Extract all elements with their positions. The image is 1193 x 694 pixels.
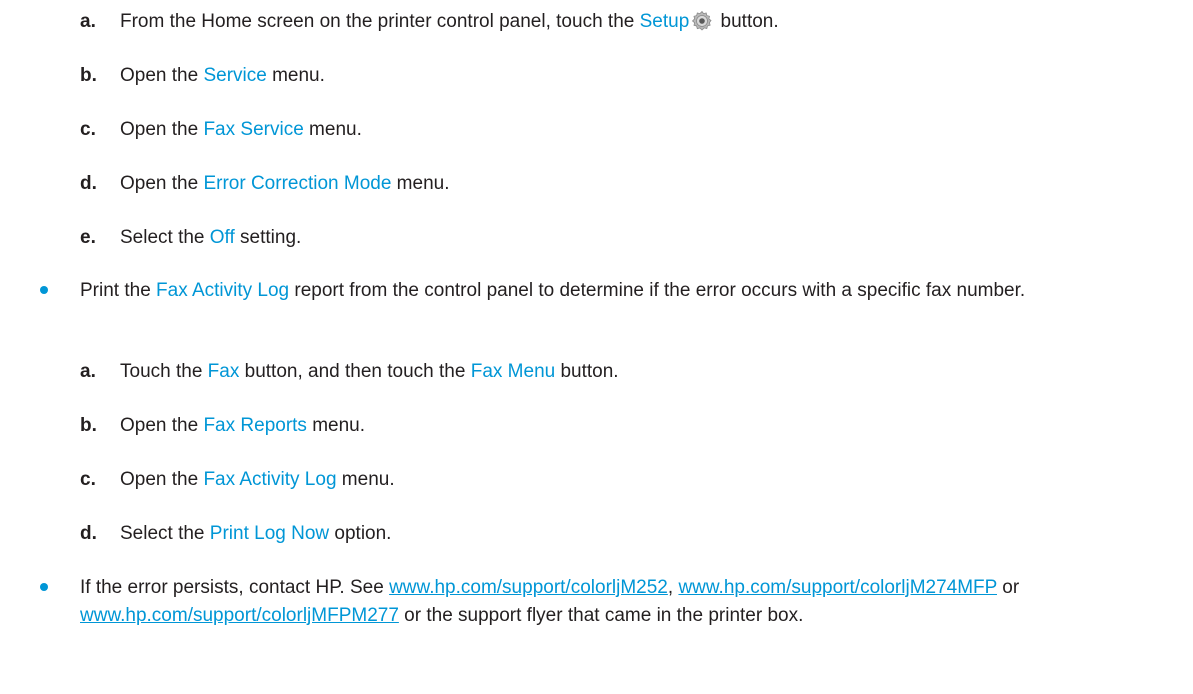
step-text-post: menu. — [303, 119, 362, 140]
gear-icon — [691, 10, 713, 32]
step-text-pre: Open the — [120, 173, 204, 194]
step-letter: c. — [80, 469, 96, 490]
bullet-text-post: or the support flyer that came in the pr… — [398, 605, 804, 626]
step-text-post: menu. — [306, 415, 366, 436]
print-log-now-option-label: Print Log Now — [209, 523, 330, 544]
fax-menu-button-label: Fax Menu — [470, 361, 556, 382]
step-letter: b. — [80, 65, 97, 86]
step-text: Select the Print Log Now option. — [120, 520, 391, 548]
fax-activity-log-menu-label: Fax Activity Log — [203, 469, 337, 490]
step-text-mid: button, and then touch the — [239, 361, 471, 382]
step-text-pre: Open the — [120, 469, 204, 490]
step-text: Open the Error Correction Mode menu. — [120, 170, 450, 198]
step-text: Open the Fax Activity Log menu. — [120, 466, 395, 494]
step-text: Touch the Fax button, and then touch the… — [120, 358, 619, 386]
off-setting-label: Off — [209, 227, 235, 248]
step-letter: c. — [80, 119, 96, 140]
step-text-pre: Open the — [120, 65, 204, 86]
step-text: Select the Off setting. — [120, 224, 301, 252]
step-text-pre: Open the — [120, 415, 204, 436]
bullet-text: If the error persists, contact HP. See w… — [80, 574, 1180, 630]
step-text: From the Home screen on the printer cont… — [120, 8, 779, 36]
step-letter: e. — [80, 227, 96, 248]
step-text-post: menu. — [266, 65, 325, 86]
step-letter: b. — [80, 415, 97, 436]
step-letter: d. — [80, 523, 97, 544]
step-text-post: option. — [329, 523, 392, 544]
step-letter: d. — [80, 173, 97, 194]
step-text-post: menu. — [391, 173, 450, 194]
step-letter: a. — [80, 361, 96, 382]
step-text-pre: From the Home screen on the printer cont… — [120, 11, 640, 32]
fax-button-label: Fax — [207, 361, 240, 382]
step-text-post: setting. — [234, 227, 302, 248]
step-text-post: button. — [555, 361, 619, 382]
step-text: Open the Fax Service menu. — [120, 116, 362, 144]
step-text-pre: Touch the — [120, 361, 208, 382]
bullet-text-pre: If the error persists, contact HP. See — [80, 577, 390, 598]
bullet-text-sep: or — [996, 577, 1020, 598]
bullet-text-pre: Print the — [80, 280, 157, 301]
fax-activity-log-label: Fax Activity Log — [156, 280, 290, 301]
step-text-pre: Open the — [120, 119, 204, 140]
error-correction-mode-label: Error Correction Mode — [203, 173, 392, 194]
step-text: Open the Fax Reports menu. — [120, 412, 365, 440]
step-text: Open the Service menu. — [120, 62, 325, 90]
support-link-mfpm277[interactable]: www.hp.com/support/colorljMFPM277 — [80, 605, 399, 626]
service-menu-label: Service — [203, 65, 267, 86]
bullet-icon — [40, 583, 48, 591]
bullet-text-post: report from the control panel to determi… — [289, 280, 1026, 301]
support-link-m252[interactable]: www.hp.com/support/colorljM252 — [389, 577, 668, 598]
step-text-post: button. — [715, 11, 779, 32]
support-link-m274mfp[interactable]: www.hp.com/support/colorljM274MFP — [678, 577, 997, 598]
step-text-pre: Select the — [120, 227, 210, 248]
step-text-pre: Select the — [120, 523, 210, 544]
fax-service-menu-label: Fax Service — [203, 119, 304, 140]
setup-label: Setup — [639, 11, 690, 32]
bullet-text-sep: , — [667, 577, 679, 598]
fax-reports-menu-label: Fax Reports — [203, 415, 307, 436]
step-text-post: menu. — [336, 469, 395, 490]
step-letter: a. — [80, 11, 96, 32]
bullet-icon — [40, 286, 48, 294]
bullet-text: Print the Fax Activity Log report from t… — [80, 277, 1180, 305]
